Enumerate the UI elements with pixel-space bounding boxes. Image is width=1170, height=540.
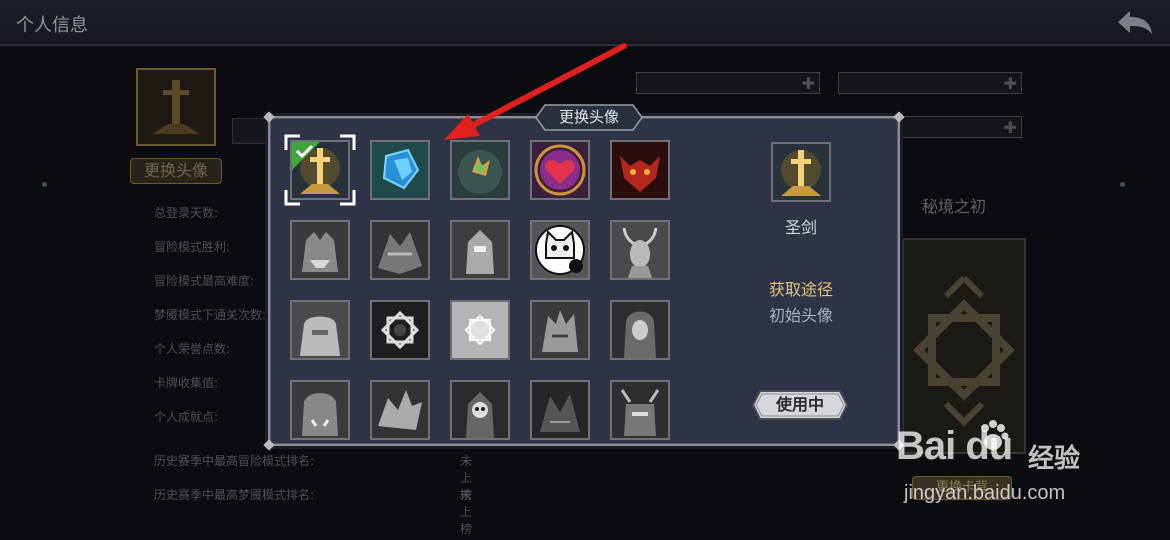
golem-icon (452, 222, 508, 278)
avatar-dark-sigil[interactable] (370, 300, 430, 360)
bg-field-1: ✚ (636, 72, 820, 94)
avatar-cat[interactable] (530, 220, 590, 280)
back-button[interactable] (1112, 6, 1156, 40)
stat-label: 总登录天数: (154, 206, 219, 220)
dark-dragon-icon (532, 382, 588, 438)
stat-label: 个人成就点: (154, 410, 219, 424)
hooded-figure-icon (612, 302, 668, 358)
skeleton-knight-icon (452, 382, 508, 438)
stat-label: 卡牌收集值: (154, 376, 219, 390)
dragon-head-icon (372, 382, 428, 438)
avatar-orc[interactable] (290, 380, 350, 440)
avatar-dark-dragon[interactable] (530, 380, 590, 440)
acquire-method-value: 初始头像 (768, 306, 833, 325)
blue-crystal-icon (372, 142, 428, 198)
in-use-button[interactable]: 使用中 (752, 390, 848, 420)
demon-beast-icon (612, 382, 668, 438)
selected-avatar-preview (771, 142, 831, 202)
plus-icon: ✚ (1003, 74, 1017, 93)
stat-value: 未上榜 (460, 488, 473, 536)
watermark-brand: Bai du (896, 424, 1013, 468)
decor-dot (1120, 182, 1125, 187)
stat-label: 冒险模式胜利: (154, 240, 231, 254)
avatar-werewolf[interactable] (290, 220, 350, 280)
red-demon-icon (612, 142, 668, 198)
pointer-arrow-icon (444, 43, 627, 140)
golden-flower-icon (452, 142, 508, 198)
watermark-cn: 经验 (1028, 444, 1081, 474)
check-icon (292, 142, 320, 170)
in-use-label: 使用中 (775, 395, 824, 414)
horned-woman-icon (612, 222, 668, 278)
stat-label: 梦魇模式下通关次数: (154, 308, 267, 322)
back-arrow-icon (1118, 11, 1152, 34)
avatar-skeleton-knight[interactable] (450, 380, 510, 440)
yeti-icon (292, 302, 348, 358)
holy-sword-icon (773, 144, 829, 200)
dark-sigil-icon (372, 302, 428, 358)
dragon-beast-icon (372, 222, 428, 278)
avatar-blue-crystal[interactable] (370, 140, 430, 200)
avatar-dragon-beast[interactable] (370, 220, 430, 280)
change-avatar-dialog: 更换头像 圣剑 获取途径 初始头像 使用中 (263, 104, 905, 451)
heart-flame-icon (532, 142, 588, 198)
page-title: 个人信息 (16, 15, 88, 36)
avatar-hooded-figure[interactable] (610, 300, 670, 360)
realm-title: 秘境之初 (922, 197, 987, 216)
avatar-wolf-warrior[interactable] (530, 300, 590, 360)
decor-dot (42, 182, 47, 187)
light-sigil-icon (452, 302, 508, 358)
avatar-dragon-head[interactable] (370, 380, 430, 440)
stat-label: 历史赛季中最高冒险模式排名: (154, 454, 315, 468)
watermark-url: jingyan.baidu.com (904, 482, 1066, 504)
baidu-watermark: Bai du 经验 jingyan.baidu.com (896, 420, 1136, 514)
current-avatar (136, 68, 216, 146)
avatar-yeti[interactable] (290, 300, 350, 360)
avatar-name: 圣剑 (784, 218, 817, 237)
plus-icon: ✚ (801, 74, 815, 93)
holy-sword-icon (138, 70, 214, 144)
stat-label: 个人荣誉点数: (154, 342, 231, 356)
wolf-warrior-icon (532, 302, 588, 358)
bg-field-2: ✚ (838, 72, 1022, 94)
acquire-method-title: 获取途径 (768, 280, 833, 299)
avatar-demon-beast[interactable] (610, 380, 670, 440)
werewolf-icon (292, 222, 348, 278)
avatar-golem[interactable] (450, 220, 510, 280)
orc-icon (292, 382, 348, 438)
stat-label: 冒险模式最高难度: (154, 274, 255, 288)
name-field (232, 118, 272, 144)
plus-icon: ✚ (1003, 118, 1017, 137)
avatar-light-sigil[interactable] (450, 300, 510, 360)
bg-change-avatar-button: 更换头像 (130, 158, 222, 184)
stat-label: 历史赛季中最高梦魇模式排名: (154, 488, 315, 502)
cat-icon (532, 222, 588, 278)
avatar-horned-woman[interactable] (610, 220, 670, 280)
